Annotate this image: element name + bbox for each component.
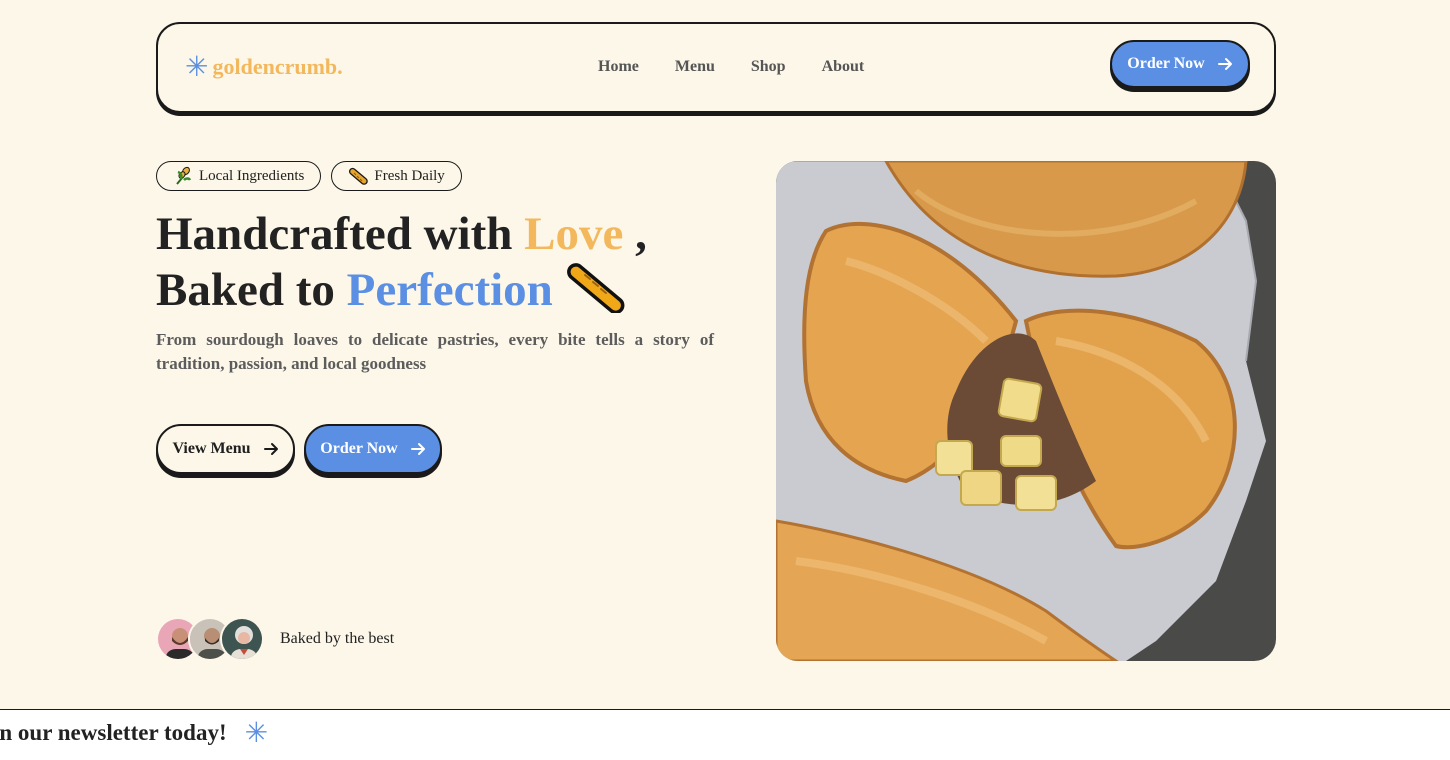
baguette-icon	[349, 167, 369, 185]
asterisk-icon: ✳	[185, 50, 209, 83]
headline-text: Handcrafted with	[156, 208, 525, 260]
social-proof: Baked by the best	[156, 617, 394, 661]
tag-local-ingredients: Local Ingredients	[156, 161, 322, 191]
brand-name: goldencrumb.	[212, 54, 343, 79]
newsletter-marquee[interactable]: Join our newsletter today! ✳	[0, 709, 1450, 760]
pasties-photo	[776, 161, 1276, 661]
hero-headline: Handcrafted with Love , Baked to Perfect…	[156, 208, 647, 317]
headline-text: Baked to	[156, 264, 347, 316]
baker-avatars	[156, 617, 264, 661]
arrow-right-icon	[410, 443, 425, 455]
tag-fresh-daily: Fresh Daily	[331, 161, 462, 191]
hero-order-now-label: Order Now	[320, 440, 398, 457]
baguette-icon	[566, 263, 625, 313]
hero-tags: Local Ingredients Fresh Daily	[156, 161, 462, 191]
arrow-right-icon	[263, 443, 278, 455]
hero-order-now-button[interactable]: Order Now	[304, 424, 442, 474]
header-order-now-button[interactable]: Order Now	[1110, 40, 1250, 88]
tag-label: Fresh Daily	[374, 167, 445, 184]
nav-about[interactable]: About	[822, 58, 865, 76]
nav-home[interactable]: Home	[598, 58, 639, 76]
social-proof-label: Baked by the best	[280, 630, 395, 647]
header-order-now-label: Order Now	[1127, 55, 1205, 72]
main-nav: Home Menu Shop About	[598, 58, 864, 76]
nav-shop[interactable]: Shop	[751, 58, 786, 76]
asterisk-icon: ✳	[244, 716, 269, 749]
arrow-right-icon	[1217, 58, 1232, 70]
avatar	[220, 617, 264, 661]
view-menu-button[interactable]: View Menu	[156, 424, 295, 474]
hero-cta-row: View Menu Order Now	[156, 424, 442, 474]
hero-subtitle: From sourdough loaves to delicate pastri…	[156, 330, 714, 373]
headline-highlight-love: Love	[524, 208, 624, 260]
headline-text: ,	[623, 208, 647, 260]
tag-label: Local Ingredients	[199, 167, 305, 184]
headline-highlight-perfection: Perfection	[346, 264, 553, 316]
marquee-text: Join our newsletter today!	[0, 720, 227, 745]
wheat-icon	[176, 166, 192, 185]
marquee-track: Join our newsletter today! ✳	[0, 716, 269, 749]
nav-menu[interactable]: Menu	[675, 58, 715, 76]
site-header: ✳ goldencrumb. Home Menu Shop About Orde…	[156, 22, 1276, 113]
view-menu-label: View Menu	[172, 440, 251, 457]
brand-logo[interactable]: ✳ goldencrumb.	[185, 50, 343, 83]
